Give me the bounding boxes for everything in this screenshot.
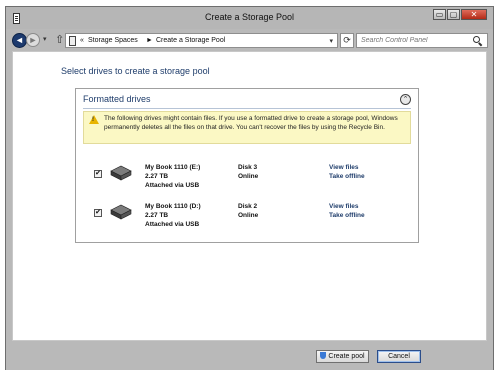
forward-arrow-icon: ► <box>28 35 38 45</box>
take-offline-link[interactable]: Take offline <box>329 211 365 220</box>
external-drive-icon <box>110 204 132 220</box>
disk-info: Disk 3 Online <box>238 163 258 181</box>
drive-size: 2.27 TB <box>145 173 169 180</box>
drive-checkbox[interactable]: ✔ <box>94 209 102 217</box>
disk-status: Online <box>238 212 259 219</box>
uac-shield-icon <box>320 352 327 359</box>
collapse-icon[interactable]: ⌃ <box>400 94 411 105</box>
drive-connection: Attached via USB <box>145 182 200 189</box>
drive-connection: Attached via USB <box>145 221 200 228</box>
drive-checkbox[interactable]: ✔ <box>94 170 102 178</box>
breadcrumb-create-storage-pool[interactable]: Create a Storage Pool <box>156 37 225 44</box>
drive-actions: View files Take offline <box>329 163 365 181</box>
refresh-button[interactable]: ⟳ <box>340 33 354 48</box>
external-drive-icon <box>110 165 132 181</box>
maximize-button[interactable]: ▢ <box>447 9 460 20</box>
page-title: Select drives to create a storage pool <box>61 66 210 76</box>
close-icon: ✕ <box>470 10 478 19</box>
disk-status: Online <box>238 173 259 180</box>
title-bar[interactable]: Create a Storage Pool ▭ ▢ ✕ <box>6 7 493 29</box>
drive-name: My Book 1110 (D:) <box>145 203 201 210</box>
minimize-icon: ▭ <box>435 10 444 19</box>
recent-pages-button[interactable]: ▾ <box>43 35 47 43</box>
warning-banner: ! The following drives might contain fil… <box>83 111 411 144</box>
navigation-bar: ◄ ► ▾ ⇧ « Storage Spaces ► Create a Stor… <box>6 29 493 49</box>
forward-button[interactable]: ► <box>26 33 40 47</box>
drive-name: My Book 1110 (E:) <box>145 164 201 171</box>
disk-info: Disk 2 Online <box>238 202 258 220</box>
breadcrumb-storage-spaces[interactable]: Storage Spaces <box>88 37 138 44</box>
drive-actions: View files Take offline <box>329 202 365 220</box>
create-pool-label: Create pool <box>328 353 365 360</box>
up-arrow-icon[interactable]: ⇧ <box>55 33 64 46</box>
minimize-button[interactable]: ▭ <box>433 9 446 20</box>
command-bar: Create pool Cancel <box>6 343 493 370</box>
drive-row: ✔ My Book 1110 (D:) 2.27 TB Attached via… <box>76 200 418 236</box>
warning-text: The following drives might contain files… <box>104 115 398 131</box>
disk-number: Disk 2 <box>238 203 258 210</box>
refresh-icon: ⟳ <box>343 35 351 45</box>
warning-icon: ! <box>89 115 99 124</box>
drive-info: My Book 1110 (D:) 2.27 TB Attached via U… <box>145 202 201 229</box>
window-title: Create a Storage Pool <box>204 12 295 22</box>
control-panel-small-icon <box>69 36 76 46</box>
search-icon[interactable] <box>473 36 480 43</box>
window-controls: ▭ ▢ ✕ <box>432 9 487 20</box>
view-files-link[interactable]: View files <box>329 202 365 211</box>
section-title: Formatted drives <box>83 94 151 104</box>
create-pool-button[interactable]: Create pool <box>316 350 369 363</box>
drive-size: 2.27 TB <box>145 212 169 219</box>
search-input[interactable] <box>356 33 488 48</box>
formatted-drives-panel: Formatted drives ⌃ ! The following drive… <box>75 88 419 243</box>
close-button[interactable]: ✕ <box>461 9 487 20</box>
drive-row: ✔ My Book 1110 (E:) 2.27 TB Attached via… <box>76 161 418 197</box>
back-button[interactable]: ◄ <box>12 33 27 48</box>
address-bar[interactable]: « Storage Spaces ► Create a Storage Pool… <box>65 33 338 48</box>
cancel-label: Cancel <box>388 353 410 360</box>
drive-info: My Book 1110 (E:) 2.27 TB Attached via U… <box>145 163 200 190</box>
view-files-link[interactable]: View files <box>329 163 365 172</box>
address-dropdown-icon[interactable]: ▾ <box>329 37 333 45</box>
disk-number: Disk 3 <box>238 164 258 171</box>
take-offline-link[interactable]: Take offline <box>329 172 365 181</box>
section-divider <box>83 108 411 109</box>
maximize-icon: ▢ <box>449 10 458 19</box>
breadcrumb-arrow[interactable]: ► <box>146 37 153 44</box>
cancel-button[interactable]: Cancel <box>377 350 421 363</box>
back-arrow-icon: ◄ <box>15 35 24 45</box>
breadcrumb-separator[interactable]: « <box>80 37 84 44</box>
